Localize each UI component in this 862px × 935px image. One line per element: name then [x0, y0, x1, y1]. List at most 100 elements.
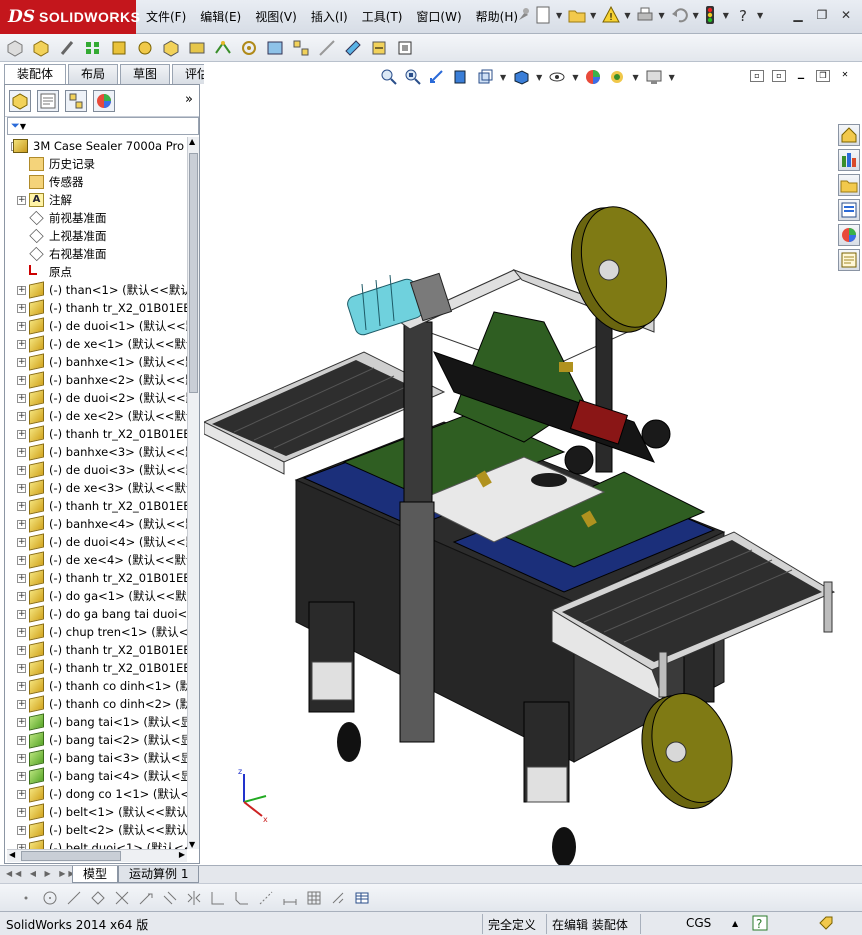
tree-item[interactable]: 传感器: [5, 173, 187, 191]
apply-scene-dropdown-icon[interactable]: ▼: [632, 73, 638, 82]
line-icon[interactable]: [66, 890, 82, 906]
tab-sketch[interactable]: 草图: [120, 64, 171, 84]
expand-icon[interactable]: +: [17, 376, 26, 385]
hide-show-icon[interactable]: [548, 68, 566, 86]
tree-item[interactable]: + (-) belt<1> (默认<<默认>_: [5, 803, 187, 821]
expand-icon[interactable]: +: [17, 430, 26, 439]
construction-geometry-icon[interactable]: [258, 890, 274, 906]
rebuild-dropdown-icon[interactable]: ▼: [624, 11, 630, 20]
tree-item[interactable]: + (-) thanh tr_X2_01B01EE3_X(: [5, 425, 187, 443]
open-icon[interactable]: [568, 6, 586, 24]
tab-navigation-arrows[interactable]: ◀◀ ◀ ▶ ▶▶: [6, 869, 78, 878]
expand-icon[interactable]: +: [17, 700, 26, 709]
grid-icon[interactable]: [306, 890, 322, 906]
expand-icon[interactable]: +: [17, 304, 26, 313]
view-orientation-dropdown-icon[interactable]: ▼: [500, 73, 506, 82]
trim-icon[interactable]: [114, 890, 130, 906]
file-explorer-icon[interactable]: [838, 174, 860, 196]
expand-icon[interactable]: +: [17, 538, 26, 547]
expand-icon[interactable]: +: [17, 322, 26, 331]
tab-model[interactable]: 模型: [72, 866, 119, 883]
insert-component-icon[interactable]: [6, 39, 24, 57]
expand-icon[interactable]: +: [17, 556, 26, 565]
offset-icon[interactable]: [162, 890, 178, 906]
menu-help[interactable]: 帮助(H): [476, 8, 518, 25]
table-icon[interactable]: [354, 890, 370, 906]
pin-icon[interactable]: [516, 6, 530, 24]
rebuild-icon[interactable]: !: [602, 5, 621, 24]
tree-item[interactable]: + (-) thanh tr_X2_01B01EE3_X(: [5, 641, 187, 659]
expand-icon[interactable]: +: [17, 808, 26, 817]
tree-item[interactable]: + (-) banhxe<3> (默认<<默认: [5, 443, 187, 461]
tree-horizontal-scrollbar[interactable]: ◀ ▶: [7, 849, 187, 862]
display-manager-icon[interactable]: [93, 89, 115, 112]
menu-tools[interactable]: 工具(T): [362, 8, 403, 25]
status-units[interactable]: CGS: [686, 916, 711, 930]
circle-icon[interactable]: [42, 890, 58, 906]
tag-icon[interactable]: [818, 915, 834, 934]
tree-item[interactable]: + (-) banhxe<2> (默认<<默认: [5, 371, 187, 389]
expand-icon[interactable]: +: [17, 412, 26, 421]
zoom-to-fit-icon[interactable]: [380, 68, 398, 86]
tree-item[interactable]: 右视基准面: [5, 245, 187, 263]
quick-tips-icon[interactable]: ?: [752, 915, 768, 934]
tree-item[interactable]: + (-) thanh co dinh<1> (默认<: [5, 677, 187, 695]
mirror-icon[interactable]: [186, 890, 202, 906]
clearance-verification-icon[interactable]: [370, 39, 388, 57]
tree-item[interactable]: + A 注解: [5, 191, 187, 209]
tree-filter[interactable]: ⏷▼: [7, 117, 199, 135]
more-tabs-icon[interactable]: »: [185, 92, 193, 107]
expand-icon[interactable]: +: [17, 286, 26, 295]
expand-icon[interactable]: +: [17, 502, 26, 511]
help-icon[interactable]: ?: [735, 6, 753, 25]
edit-appearance-icon[interactable]: [584, 68, 602, 86]
menu-file[interactable]: 文件(F): [146, 8, 186, 25]
polygon-icon[interactable]: [90, 890, 106, 906]
expand-icon[interactable]: +: [17, 592, 26, 601]
view-settings-dropdown-icon[interactable]: ▼: [669, 73, 675, 82]
tree-item[interactable]: + (-) de duoi<4> (默认<<默认: [5, 533, 187, 551]
tree-item[interactable]: + (-) bang tai<1> (默认<显示: [5, 713, 187, 731]
tree-item[interactable]: 历史记录: [5, 155, 187, 173]
reference-geometry-icon[interactable]: [214, 39, 232, 57]
expand-icon[interactable]: +: [17, 736, 26, 745]
tree-item[interactable]: + (-) thanh tr_X2_01B01EE3_X(: [5, 497, 187, 515]
view-settings-icon[interactable]: [645, 68, 663, 86]
tree-item[interactable]: + (-) de duoi<2> (默认<<默认: [5, 389, 187, 407]
bill-of-materials-icon[interactable]: [266, 39, 284, 57]
help-dropdown-icon[interactable]: ▼: [757, 11, 763, 20]
tree-item[interactable]: -3M Case Sealer 7000a Pro (默认<: [5, 137, 187, 155]
expand-icon[interactable]: +: [17, 610, 26, 619]
expand-icon[interactable]: +: [17, 574, 26, 583]
viewport-restore-icon[interactable]: ▫: [772, 70, 786, 82]
tree-item[interactable]: +(-) belt duoi<1> (默认<<默: [5, 839, 187, 849]
tree-item[interactable]: + (-) de xe<4> (默认<<默认>_: [5, 551, 187, 569]
graphics-area[interactable]: z x ▼ ▼ ▼ ▼ ▼ ▫ ▫ ▁ ❐ ✕: [204, 62, 862, 865]
extend-icon[interactable]: [138, 890, 154, 906]
expand-icon[interactable]: +: [17, 790, 26, 799]
explode-line-sketch-icon[interactable]: [318, 39, 336, 57]
linear-pattern-icon[interactable]: [84, 39, 102, 57]
feature-manager-icon[interactable]: [9, 89, 31, 112]
open-dropdown-icon[interactable]: ▼: [590, 11, 596, 20]
new-part-icon[interactable]: [32, 39, 50, 57]
appearances-icon[interactable]: [838, 224, 860, 246]
restore-icon[interactable]: ❐: [812, 6, 832, 24]
tab-motion-study[interactable]: 运动算例 1: [118, 866, 200, 883]
viewport-split-icon[interactable]: ▫: [750, 70, 764, 82]
scroll-right-icon[interactable]: ▶: [179, 850, 185, 859]
tree-item[interactable]: + (-) bang tai<4> (默认<显示: [5, 767, 187, 785]
zoom-area-icon[interactable]: [404, 68, 422, 86]
expand-icon[interactable]: +: [17, 520, 26, 529]
minimize-icon[interactable]: ▁: [788, 6, 808, 24]
tree-item[interactable]: + (-) de duoi<1> (默认<<默认: [5, 317, 187, 335]
display-style-icon[interactable]: [512, 68, 530, 86]
tree-item[interactable]: + (-) thanh tr_X2_01B01EE3_X(: [5, 299, 187, 317]
tree-item[interactable]: + (-) de xe<3> (默认<<默认>_: [5, 479, 187, 497]
scroll-thumb[interactable]: [189, 153, 198, 393]
tree-item[interactable]: + (-) belt<2> (默认<<默认>_: [5, 821, 187, 839]
close-icon[interactable]: ✕: [836, 6, 856, 24]
expand-icon[interactable]: +: [17, 340, 26, 349]
scroll-down-icon[interactable]: ▼: [189, 840, 195, 849]
tree-item[interactable]: + (-) bang tai<3> (默认<显示: [5, 749, 187, 767]
